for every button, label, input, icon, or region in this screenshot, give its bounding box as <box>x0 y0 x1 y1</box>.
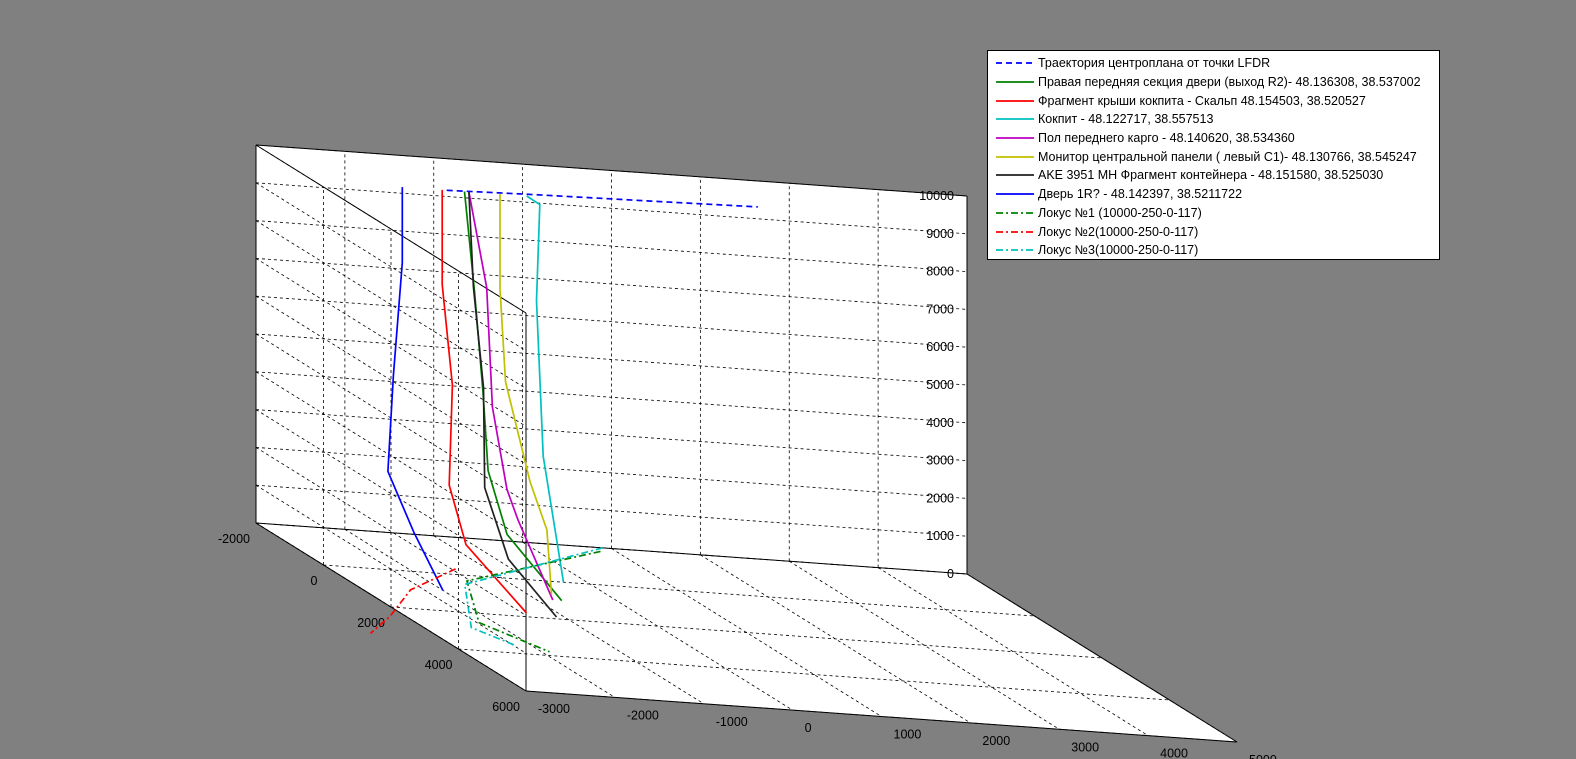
legend-swatch <box>996 174 1034 177</box>
legend-label: Монитор центральной панели ( левый C1)- … <box>1038 149 1417 164</box>
legend-label: Траектория центроплана от точки LFDR <box>1038 56 1271 71</box>
legend-entry-11: Локус №3(10000-250-0-117) <box>988 241 1439 260</box>
legend-entry-3: Фрагмент крыши кокпита - Скальп 48.15450… <box>988 91 1439 110</box>
legend-label: AKE 3951 MH Фрагмент контейнера - 48.151… <box>1038 168 1384 183</box>
y-tick-label: -2000 <box>627 708 659 722</box>
legend-swatch <box>996 62 1034 65</box>
y-tick-label: 5000 <box>1249 753 1277 759</box>
legend-swatch <box>996 99 1034 102</box>
y-tick-label: 2000 <box>982 734 1010 748</box>
x-tick-label: -2000 <box>218 532 250 546</box>
z-tick-label: 7000 <box>926 302 954 316</box>
legend-label: Пол переднего карго - 48.140620, 38.5343… <box>1038 131 1295 146</box>
legend-swatch <box>996 249 1034 252</box>
y-tick-label: -1000 <box>716 715 748 729</box>
legend-label: Правая передняя секция двери (выход R2)-… <box>1038 75 1421 90</box>
z-tick-label: 9000 <box>926 227 954 241</box>
legend-entry-10: Локус №2(10000-250-0-117) <box>988 222 1439 241</box>
x-tick-label: 6000 <box>492 700 520 714</box>
x-tick-label: 0 <box>311 574 318 588</box>
legend-label: Локус №2(10000-250-0-117) <box>1038 224 1199 239</box>
z-tick-label: 3000 <box>926 454 954 468</box>
x-tick-label: 4000 <box>425 658 453 672</box>
legend-entry-1: Траектория центроплана от точки LFDR <box>988 54 1439 73</box>
z-tick-label: 4000 <box>926 416 954 430</box>
legend-label: Локус №3(10000-250-0-117) <box>1038 243 1199 258</box>
legend-entry-2: Правая передняя секция двери (выход R2)-… <box>988 73 1439 92</box>
legend-entry-7: AKE 3951 MH Фрагмент контейнера - 48.151… <box>988 166 1439 185</box>
legend-label: Кокпит - 48.122717, 38.557513 <box>1038 112 1214 127</box>
y-tick-label: 1000 <box>894 728 922 742</box>
legend-label: Дверь 1R? - 48.142397, 38.5211722 <box>1038 187 1243 202</box>
z-tick-label: 0 <box>947 567 954 581</box>
y-tick-label: -3000 <box>538 702 570 716</box>
legend-swatch <box>996 81 1034 83</box>
legend-swatch <box>996 230 1034 233</box>
legend-entry-4: Кокпит - 48.122717, 38.557513 <box>988 110 1439 129</box>
legend-swatch <box>996 155 1034 158</box>
legend-label: Локус №1 (10000-250-0-117) <box>1038 205 1202 220</box>
z-tick-label: 2000 <box>926 491 954 505</box>
z-tick-label: 5000 <box>926 378 954 392</box>
legend-label: Фрагмент крыши кокпита - Скальп 48.15450… <box>1038 93 1366 108</box>
legend-entry-8: Дверь 1R? - 48.142397, 38.5211722 <box>988 185 1439 204</box>
legend-entry-9: Локус №1 (10000-250-0-117) <box>988 204 1439 223</box>
y-tick-label: 0 <box>805 721 812 735</box>
y-tick-label: 3000 <box>1071 740 1099 754</box>
z-tick-label: 6000 <box>926 340 954 354</box>
z-tick-label: 1000 <box>926 529 954 543</box>
legend-entry-5: Пол переднего карго - 48.140620, 38.5343… <box>988 129 1439 148</box>
x-tick-label: 2000 <box>357 616 385 630</box>
z-tick-label: 8000 <box>926 265 954 279</box>
z-tick-label: 10000 <box>919 189 954 203</box>
legend: Траектория центроплана от точки LFDR Прав… <box>987 50 1440 260</box>
legend-swatch <box>996 193 1034 196</box>
legend-swatch <box>996 211 1034 214</box>
legend-swatch <box>996 118 1034 121</box>
y-tick-label: 4000 <box>1160 747 1188 759</box>
legend-entry-6: Монитор центральной панели ( левый C1)- … <box>988 147 1439 166</box>
legend-swatch <box>996 137 1034 139</box>
